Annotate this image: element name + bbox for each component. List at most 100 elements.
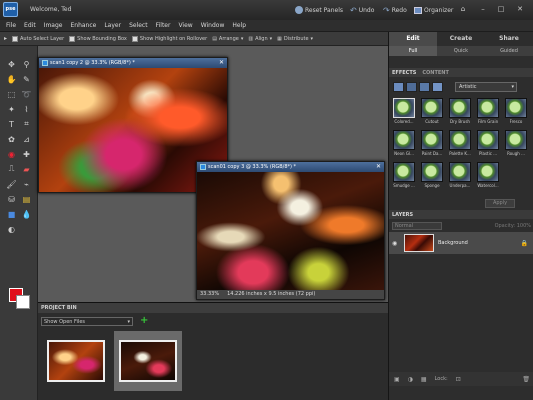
hand-tool-icon[interactable]: ✋ [5,73,18,85]
move-tool-icon[interactable]: ▸ [4,35,7,42]
effect-neon-glow[interactable]: Neon Gl... [393,130,415,156]
effect-smudge-stick[interactable]: Smudge ... [393,162,415,188]
menu-window[interactable]: Window [201,22,225,29]
close-icon[interactable]: ✕ [219,58,224,68]
lock-icon: 🔒 [520,239,528,247]
minimize-icon[interactable]: – [478,4,488,14]
project-bin-header[interactable]: PROJECT BIN [38,303,388,313]
menu-file[interactable]: File [6,22,16,29]
arrange-dropdown[interactable]: ▤ Arrange ▾ [212,36,243,42]
effect-fresco[interactable]: Fresco [505,98,527,124]
tab-create[interactable]: Create [437,32,485,46]
lasso-tool-icon[interactable]: ➰ [20,88,33,100]
background-color-swatch[interactable] [16,295,30,309]
menu-view[interactable]: View [178,22,192,29]
photo-effects-icon[interactable] [419,82,430,92]
opacity-field[interactable]: Opacity: 100% [495,222,531,229]
apply-button[interactable]: Apply [485,199,515,208]
document-window-2[interactable]: scan01 copy 3 @ 33.3% (RGB/8*) * ✕ 33.33… [196,161,385,300]
show-highlight-checkbox[interactable]: Show Highlight on Rollover [131,35,207,42]
subtab-full[interactable]: Full [389,46,437,56]
red-eye-tool-icon[interactable]: ◉ [5,148,18,160]
distribute-dropdown[interactable]: ▦ Distribute ▾ [277,36,313,42]
selection-brush-tool-icon[interactable]: ⌇ [20,103,33,115]
zoom-tool-icon[interactable]: ⚲ [20,58,33,70]
effect-rough-pastels[interactable]: Rough ... [505,130,527,156]
close-icon[interactable]: ✕ [376,162,381,172]
effect-underpainting[interactable]: Underpa... [449,162,471,188]
show-bounding-box-checkbox[interactable]: Show Bounding Box [69,35,127,42]
lock-all-icon[interactable]: ⊡ [456,376,461,383]
auto-select-layer-checkbox[interactable]: Auto Select Layer [12,35,64,42]
reset-panels-button[interactable]: Reset Panels [295,5,343,15]
add-files-button[interactable]: + [140,316,148,326]
straighten-tool-icon[interactable]: ⊿ [20,133,33,145]
menu-edit[interactable]: Edit [24,22,36,29]
close-icon[interactable]: ✕ [515,4,525,14]
effects-category-select[interactable]: Artistic ▾ [455,82,517,92]
type-tool-icon[interactable]: T [5,118,18,130]
eyedropper-tool-icon[interactable]: ✎ [20,73,33,85]
blur-tool-icon[interactable]: 💧 [20,208,33,220]
document-1-title-bar[interactable]: scan1 copy 2 @ 33.3% (RGB/8*) * ✕ [39,58,227,68]
effect-cutout[interactable]: Cutout [421,98,443,124]
subtab-quick[interactable]: Quick [437,46,485,56]
tab-share[interactable]: Share [485,32,533,46]
magic-wand-tool-icon[interactable]: ✦ [5,103,18,115]
eye-icon[interactable]: ◉ [392,240,400,247]
menu-image[interactable]: Image [44,22,63,29]
align-dropdown[interactable]: ▥ Align ▾ [248,36,272,42]
shape-tool-icon[interactable]: ■ [5,208,18,220]
effect-plastic-wrap[interactable]: Plastic ... [477,130,499,156]
marquee-tool-icon[interactable]: ⬚ [5,88,18,100]
maximize-icon[interactable]: □ [496,4,506,14]
effects-tab[interactable]: EFFECTS [392,70,416,76]
paint-bucket-tool-icon[interactable]: ⛁ [5,193,18,205]
undo-button[interactable]: ↶ Undo [350,5,374,15]
menu-filter[interactable]: Filter [156,22,171,29]
healing-brush-tool-icon[interactable]: ✚ [20,148,33,160]
home-icon[interactable]: ⌂ [458,4,468,14]
document-2-title-bar[interactable]: scan01 copy 3 @ 33.3% (RGB/8*) * ✕ [197,162,384,172]
effect-sponge[interactable]: Sponge [421,162,443,188]
layer-background[interactable]: ◉ Background 🔒 [389,232,533,254]
layers-header[interactable]: LAYERS [392,212,413,218]
lock-transparency-icon[interactable]: ▦ [421,376,427,383]
effect-paint-daubs[interactable]: Paint Da... [421,130,443,156]
zoom-level[interactable]: 33.33% [200,290,219,299]
clone-stamp-tool-icon[interactable]: ⎍ [5,163,18,175]
effect-palette-knife[interactable]: Palette K... [449,130,471,156]
adjustment-layer-icon[interactable]: ◑ [408,376,413,383]
filters-icon[interactable] [393,82,404,92]
effect-film-grain[interactable]: Film Grain [477,98,499,124]
crop-tool-icon[interactable]: ⌗ [20,118,33,130]
brush-tool-icon[interactable]: 🖌 [5,178,18,190]
layer-styles-icon[interactable] [406,82,417,92]
effect-colored-pencil[interactable]: Colored... [393,98,415,124]
menu-layer[interactable]: Layer [104,22,121,29]
document-2-canvas[interactable] [197,172,384,290]
gradient-tool-icon[interactable]: ▤ [20,193,33,205]
content-tab[interactable]: CONTENT [422,70,449,76]
bin-thumbnail-2[interactable] [114,331,182,391]
show-open-files-select[interactable]: Show Open Files ▾ [41,317,133,326]
effect-watercolor[interactable]: Watercol... [477,162,499,188]
blend-mode-select[interactable]: Normal [392,222,442,230]
redo-button[interactable]: ↷ Redo [383,5,407,15]
move-tool-icon[interactable]: ✥ [5,58,18,70]
menu-help[interactable]: Help [232,22,246,29]
subtab-guided[interactable]: Guided [485,46,533,56]
smart-brush-tool-icon[interactable]: ⌁ [20,178,33,190]
trash-icon[interactable]: 🗑 [522,376,530,383]
eraser-tool-icon[interactable]: ▰ [20,163,33,175]
organizer-button[interactable]: Organizer [414,5,453,15]
bin-thumbnail-1[interactable] [42,331,110,391]
menu-enhance[interactable]: Enhance [70,22,96,29]
cookie-cutter-tool-icon[interactable]: ✿ [5,133,18,145]
sponge-tool-icon[interactable]: ◐ [5,223,18,235]
show-all-icon[interactable] [432,82,443,92]
new-layer-icon[interactable]: ▣ [394,376,400,383]
tab-edit[interactable]: Edit [389,32,437,46]
menu-select[interactable]: Select [129,22,148,29]
effect-dry-brush[interactable]: Dry Brush [449,98,471,124]
